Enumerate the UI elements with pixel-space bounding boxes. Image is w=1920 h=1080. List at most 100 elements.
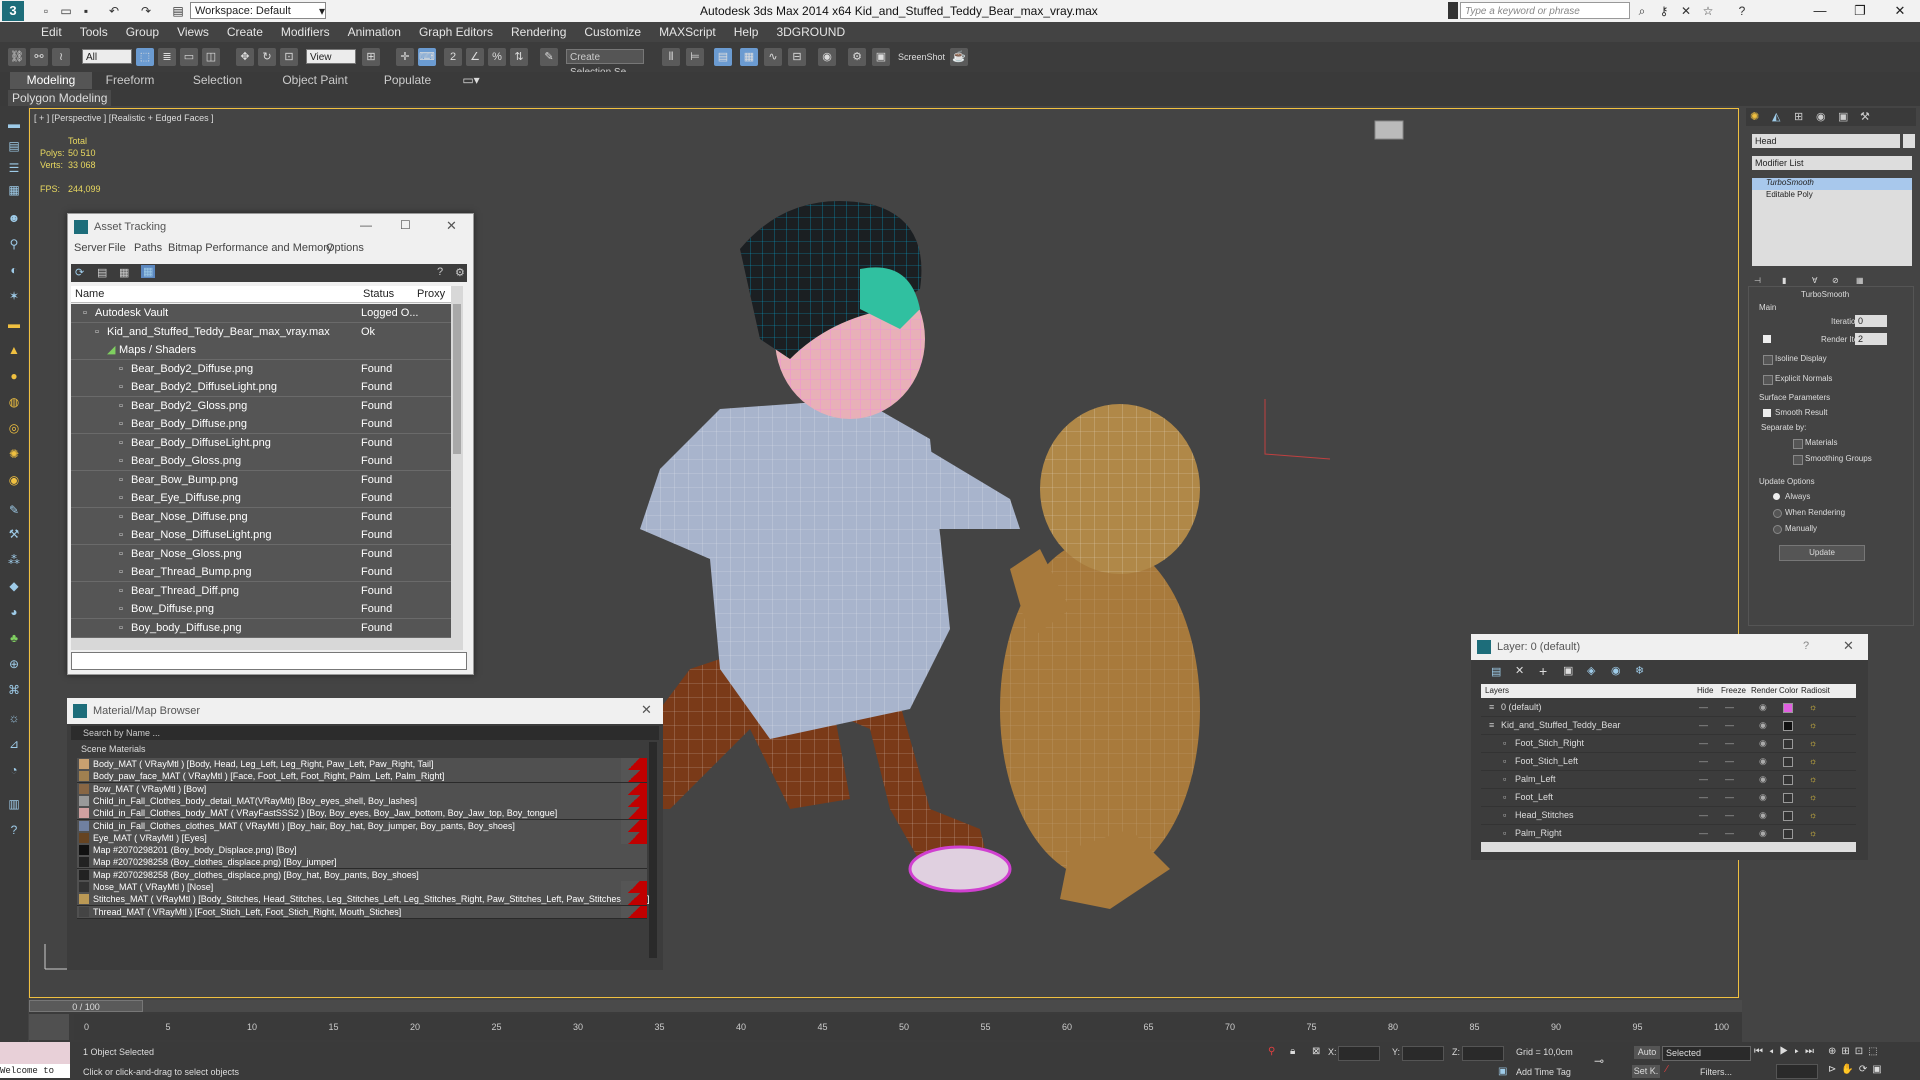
layer-row[interactable]: ▫ Foot_Stich_Left — — ◉ ☼ bbox=[1481, 752, 1856, 771]
hide-toggle[interactable]: — bbox=[1699, 788, 1708, 806]
menu-item-help[interactable]: Help bbox=[725, 22, 768, 42]
hierarchy-icon[interactable]: ⚲ bbox=[5, 236, 23, 252]
layer-row[interactable]: ▫ Palm_Left — — ◉ ☼ bbox=[1481, 770, 1856, 789]
system-icon[interactable]: ⌘ bbox=[5, 682, 23, 698]
material-row[interactable]: Map #2070298258 (Boy_clothes_displace.pn… bbox=[77, 856, 647, 870]
material-search-input[interactable]: Search by Name ... bbox=[71, 726, 659, 740]
selection-filter-dropdown[interactable]: All bbox=[82, 49, 132, 64]
angle-snap-icon[interactable]: ∠ bbox=[466, 48, 484, 66]
minimize-button[interactable]: — bbox=[360, 218, 372, 232]
workspace-dropdown[interactable]: Workspace: Default bbox=[190, 2, 326, 19]
scale-icon[interactable]: ⊡ bbox=[280, 48, 298, 66]
material-row[interactable]: Child_in_Fall_Clothes_body_MAT ( VRayFas… bbox=[77, 807, 647, 821]
close-button[interactable]: ✕ bbox=[446, 218, 457, 234]
render-toggle-icon[interactable]: ◉ bbox=[1759, 752, 1767, 770]
z-coord-field[interactable] bbox=[1462, 1046, 1504, 1061]
column-layers[interactable]: Layers bbox=[1485, 684, 1509, 698]
render-toggle-icon[interactable]: ◉ bbox=[1759, 788, 1767, 806]
viewport-layout-icon[interactable]: ▬ bbox=[5, 116, 23, 132]
refresh-icon[interactable]: ⟳ bbox=[75, 266, 84, 279]
helper-icon[interactable]: ⊕ bbox=[5, 656, 23, 672]
globe-icon[interactable]: ◕ bbox=[5, 604, 23, 620]
maxscript-mini-listener[interactable]: Welcome to bbox=[0, 1064, 70, 1078]
material-scrollbar[interactable] bbox=[649, 742, 657, 958]
screenshot-label[interactable]: ScreenShot bbox=[898, 52, 945, 62]
manually-radio[interactable] bbox=[1773, 525, 1782, 534]
iterations-spinner[interactable]: 0 bbox=[1855, 315, 1887, 327]
render-frame-icon[interactable]: ▣ bbox=[872, 48, 890, 66]
asset-row[interactable]: ▫ Autodesk Vault Logged O... bbox=[71, 304, 451, 323]
menu-item-views[interactable]: Views bbox=[168, 22, 218, 42]
asset-menu-options[interactable]: Options bbox=[326, 242, 364, 254]
asset-path-field[interactable] bbox=[71, 652, 467, 670]
asset-row[interactable]: ▫ Kid_and_Stuffed_Teddy_Bear_max_vray.max… bbox=[71, 322, 451, 342]
modify-tab-icon[interactable]: ◭ bbox=[1772, 110, 1780, 123]
show-end-result-icon[interactable]: ▮ bbox=[1782, 276, 1786, 285]
x-coord-field[interactable] bbox=[1338, 1046, 1380, 1061]
viewport-nav-controls-2[interactable]: ⊳✋⟳▣ bbox=[1828, 1064, 1887, 1075]
table-view-icon[interactable]: ▦ bbox=[119, 266, 129, 279]
layer-row[interactable]: ▫ Foot_Stich_Right — — ◉ ☼ bbox=[1481, 734, 1856, 753]
isolate-icon[interactable]: ⚲ bbox=[1268, 1046, 1275, 1057]
tools-icon[interactable]: ▥ bbox=[5, 796, 23, 812]
column-radiosity[interactable]: Radiosit bbox=[1801, 684, 1830, 698]
rotate-icon[interactable]: ↻ bbox=[258, 48, 276, 66]
asset-row[interactable]: ▫ Bear_Body2_Diffuse.png Found bbox=[71, 359, 451, 379]
asset-row[interactable]: ▫ Bear_Body_DiffuseLight.png Found bbox=[71, 433, 451, 453]
set-key-icon[interactable]: ∕ bbox=[1666, 1064, 1668, 1075]
infocenter-expand-icon[interactable] bbox=[1448, 2, 1458, 19]
world-icon[interactable]: ◔ bbox=[5, 762, 23, 778]
binoculars-icon[interactable]: ⌕ bbox=[1634, 3, 1650, 19]
measure-icon[interactable]: ⊿ bbox=[5, 736, 23, 752]
camera-icon[interactable]: ◐ bbox=[5, 262, 23, 278]
auto-key-button[interactable]: Auto bbox=[1634, 1046, 1660, 1059]
asset-row[interactable]: ▫ Boy_body_Diffuse.png Found bbox=[71, 618, 451, 638]
light-icon[interactable]: ✶ bbox=[5, 288, 23, 304]
asset-row[interactable]: ◢ Maps / Shaders bbox=[71, 341, 451, 360]
tree-view-icon[interactable]: ▦ bbox=[141, 265, 156, 278]
create-tab-icon[interactable]: ✺ bbox=[1750, 110, 1759, 123]
freeze-toggle[interactable]: — bbox=[1725, 806, 1734, 824]
menu-item-graph-editors[interactable]: Graph Editors bbox=[410, 22, 502, 42]
select-by-name-icon[interactable]: ≣ bbox=[158, 48, 176, 66]
highlight-icon[interactable]: ◈ bbox=[1587, 664, 1595, 677]
hide-toggle[interactable]: — bbox=[1699, 698, 1708, 716]
asset-menu-bitmap-performance-and-memory[interactable]: Bitmap Performance and Memory bbox=[168, 242, 332, 254]
list-view-icon[interactable]: ▤ bbox=[97, 266, 107, 279]
isoline-checkbox[interactable] bbox=[1763, 355, 1773, 365]
freeze-toggle[interactable]: — bbox=[1725, 788, 1734, 806]
layer-color-swatch[interactable] bbox=[1783, 811, 1793, 821]
close-button[interactable]: ✕ bbox=[1843, 638, 1854, 654]
render-toggle-icon[interactable]: ◉ bbox=[1759, 806, 1767, 824]
modifier-list-dropdown[interactable]: Modifier List bbox=[1752, 156, 1912, 170]
asset-row[interactable]: ▫ Bear_Thread_Bump.png Found bbox=[71, 563, 451, 582]
add-time-tag[interactable]: Add Time Tag bbox=[1516, 1067, 1571, 1077]
asset-menu-paths[interactable]: Paths bbox=[134, 242, 162, 254]
material-row[interactable]: Map #2070298201 (Boy_body_Displace.png) … bbox=[77, 844, 647, 858]
delete-layer-icon[interactable]: ✕ bbox=[1515, 664, 1524, 677]
new-file-icon[interactable]: ▫ bbox=[38, 3, 54, 19]
x-icon[interactable]: ✕ bbox=[1678, 3, 1694, 19]
box-icon[interactable]: ▬ bbox=[5, 316, 23, 332]
link-icon[interactable]: ⛓ bbox=[8, 48, 26, 66]
new-layer-icon[interactable]: ▤ bbox=[1491, 665, 1501, 678]
column-color[interactable]: Color bbox=[1779, 684, 1798, 698]
object-color-swatch[interactable] bbox=[1903, 134, 1915, 148]
hierarchy-tab-icon[interactable]: ⊞ bbox=[1794, 110, 1803, 123]
key-icon[interactable]: ⚷ bbox=[1656, 3, 1672, 19]
render-toggle-icon[interactable]: ◉ bbox=[1759, 716, 1767, 734]
freeze-toggle[interactable]: — bbox=[1725, 716, 1734, 734]
column-proxy[interactable]: Proxy bbox=[417, 288, 445, 300]
object-name-field[interactable]: Head bbox=[1752, 134, 1900, 148]
configure-modifier-icon[interactable]: ▦ bbox=[1856, 276, 1864, 285]
material-row[interactable]: Stitches_MAT ( VRayMtl ) [Body_Stitches,… bbox=[77, 893, 649, 907]
radiosity-icon[interactable]: ☼ bbox=[1809, 788, 1817, 806]
menu-item-create[interactable]: Create bbox=[218, 22, 272, 42]
select-layer-icon[interactable]: ▣ bbox=[1563, 664, 1573, 677]
paint-icon[interactable]: ✎ bbox=[5, 502, 23, 518]
freeze-toggle[interactable]: — bbox=[1725, 734, 1734, 752]
close-button[interactable]: ✕ bbox=[1880, 0, 1920, 22]
undo-icon[interactable]: ↶ bbox=[106, 3, 122, 19]
named-selection-dropdown[interactable]: Create Selection Se bbox=[566, 49, 644, 78]
freeze-all-icon[interactable]: ❄ bbox=[1635, 664, 1644, 677]
